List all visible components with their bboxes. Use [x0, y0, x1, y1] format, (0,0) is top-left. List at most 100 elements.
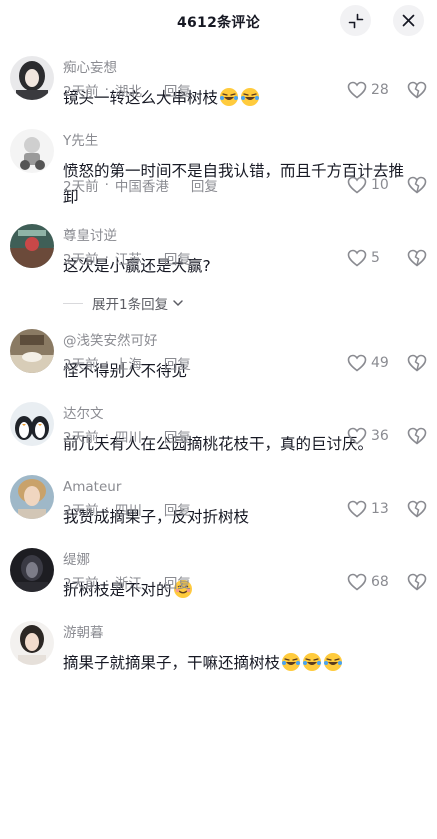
- avatar[interactable]: [10, 548, 54, 592]
- collapse-button[interactable]: [340, 5, 371, 36]
- username[interactable]: Amateur: [63, 478, 419, 496]
- comment-meta: 2天前 · 上海 回复 49: [63, 352, 427, 374]
- reply-button[interactable]: 回复: [164, 248, 191, 268]
- heart-icon: [347, 249, 367, 267]
- dislike-button[interactable]: [407, 500, 427, 518]
- timestamp: 2天前: [63, 252, 99, 268]
- username[interactable]: 尊皇讨逆: [63, 227, 419, 245]
- broken-heart-icon: [407, 81, 427, 99]
- expand-replies-label: 展开1条回复: [92, 297, 169, 313]
- comment-text: 摘果子就摘果子，干嘛还摘树枝: [63, 650, 419, 676]
- comment-item: 尊皇讨逆 这次是小赢还是大赢? 2天前 · 江苏 回复 5: [0, 213, 437, 286]
- close-button[interactable]: [393, 5, 424, 36]
- laughing-tears-emoji: [324, 653, 343, 671]
- avatar[interactable]: [10, 329, 54, 373]
- comment-meta: 2天前 · 中国香港 回复 10: [63, 174, 427, 196]
- collapse-icon: [348, 13, 363, 28]
- comment-meta: 2天前 · 四川 回复 13: [63, 498, 427, 520]
- heart-icon: [347, 573, 367, 591]
- comment-meta: 2天前 · 江苏 回复 5: [63, 247, 427, 269]
- username[interactable]: @浅笑安然可好: [63, 332, 419, 350]
- like-count: 5: [371, 250, 380, 266]
- timestamp: 2天前: [63, 357, 99, 373]
- like-button[interactable]: 49: [347, 354, 391, 372]
- reply-button[interactable]: 回复: [191, 175, 218, 195]
- comment-item: 游朝暮 摘果子就摘果子，干嘛还摘树枝: [0, 610, 437, 683]
- like-count: 10: [371, 177, 389, 193]
- chevron-down-icon: [173, 300, 183, 307]
- like-button[interactable]: 28: [347, 81, 391, 99]
- timestamp: 2天前: [63, 179, 99, 195]
- dislike-button[interactable]: [407, 249, 427, 267]
- comment-meta: 2天前 · 四川 回复 36: [63, 425, 427, 447]
- comment-count-title: 4612条评论: [176, 15, 261, 31]
- broken-heart-icon: [407, 500, 427, 518]
- like-count: 68: [371, 574, 389, 590]
- expand-replies-row: 展开1条回复: [0, 286, 437, 318]
- broken-heart-icon: [407, 427, 427, 445]
- comments-header: 4612条评论: [0, 0, 437, 40]
- dislike-button[interactable]: [407, 427, 427, 445]
- dislike-button[interactable]: [407, 354, 427, 372]
- username[interactable]: 达尔文: [63, 405, 419, 423]
- username[interactable]: Y先生: [63, 132, 419, 150]
- reply-button[interactable]: 回复: [164, 426, 191, 446]
- location: 四川: [114, 430, 142, 446]
- dislike-button[interactable]: [407, 176, 427, 194]
- reply-button[interactable]: 回复: [164, 499, 191, 519]
- like-count: 28: [371, 82, 389, 98]
- timestamp: 2天前: [63, 503, 99, 519]
- reply-button[interactable]: 回复: [164, 353, 191, 373]
- location: 浙江: [114, 576, 142, 592]
- like-button[interactable]: 36: [347, 427, 391, 445]
- like-count: 49: [371, 355, 389, 371]
- timestamp: 2天前: [63, 84, 99, 100]
- broken-heart-icon: [407, 354, 427, 372]
- location: 中国香港: [114, 179, 169, 195]
- dislike-button[interactable]: [407, 573, 427, 591]
- comment-item: @浅笑安然可好 怪不得别人不待见 2天前 · 上海 回复 49: [0, 318, 437, 391]
- like-count: 36: [371, 428, 389, 444]
- heart-icon: [347, 81, 367, 99]
- heart-icon: [347, 176, 367, 194]
- comment-item: 达尔文 前几天有人在公园摘桃花枝干，真的巨讨厌。 2天前 · 四川 回复 36: [0, 391, 437, 464]
- heart-icon: [347, 427, 367, 445]
- expand-replies-button[interactable]: 展开1条回复: [92, 293, 185, 313]
- username[interactable]: 缇娜: [63, 551, 419, 569]
- avatar[interactable]: [10, 621, 54, 665]
- like-count: 13: [371, 501, 389, 517]
- timestamp: 2天前: [63, 430, 99, 446]
- reply-button[interactable]: 回复: [164, 572, 191, 592]
- broken-heart-icon: [407, 573, 427, 591]
- laughing-tears-emoji: [282, 653, 301, 671]
- location: 上海: [114, 357, 142, 373]
- broken-heart-icon: [407, 176, 427, 194]
- heart-icon: [347, 500, 367, 518]
- heart-icon: [347, 354, 367, 372]
- comment-item: 缇娜 折树枝是不对的 2天前 · 浙江 回复 68: [0, 537, 437, 610]
- comment-item: Amateur 我赞成摘果子，反对折树枝 2天前 · 四川 回复 13: [0, 464, 437, 537]
- laughing-tears-emoji: [303, 653, 322, 671]
- username[interactable]: 游朝暮: [63, 624, 419, 642]
- location: 四川: [114, 503, 142, 519]
- comment-text-content: 摘果子就摘果子，干嘛还摘树枝: [63, 654, 281, 672]
- like-button[interactable]: 10: [347, 176, 391, 194]
- like-button[interactable]: 5: [347, 249, 391, 267]
- location: 湖北: [114, 84, 142, 100]
- comment-meta: 2天前 · 湖北 回复 28: [63, 79, 427, 101]
- location: 江苏: [114, 252, 142, 268]
- dislike-button[interactable]: [407, 81, 427, 99]
- avatar[interactable]: [10, 402, 54, 446]
- like-button[interactable]: 13: [347, 500, 391, 518]
- avatar[interactable]: [10, 56, 54, 100]
- comment-list: 痴心妄想 镜头一转这么大串树枝 2天前 · 湖北 回复 28 Y先生 愤怒的第一时间…: [0, 45, 437, 683]
- like-button[interactable]: 68: [347, 573, 391, 591]
- avatar[interactable]: [10, 475, 54, 519]
- comment-meta: 2天前 · 浙江 回复 68: [63, 571, 427, 593]
- avatar[interactable]: [10, 224, 54, 268]
- reply-button[interactable]: 回复: [164, 80, 191, 100]
- timestamp: 2天前: [63, 576, 99, 592]
- avatar[interactable]: [10, 129, 54, 173]
- username[interactable]: 痴心妄想: [63, 59, 419, 77]
- divider: [63, 303, 83, 304]
